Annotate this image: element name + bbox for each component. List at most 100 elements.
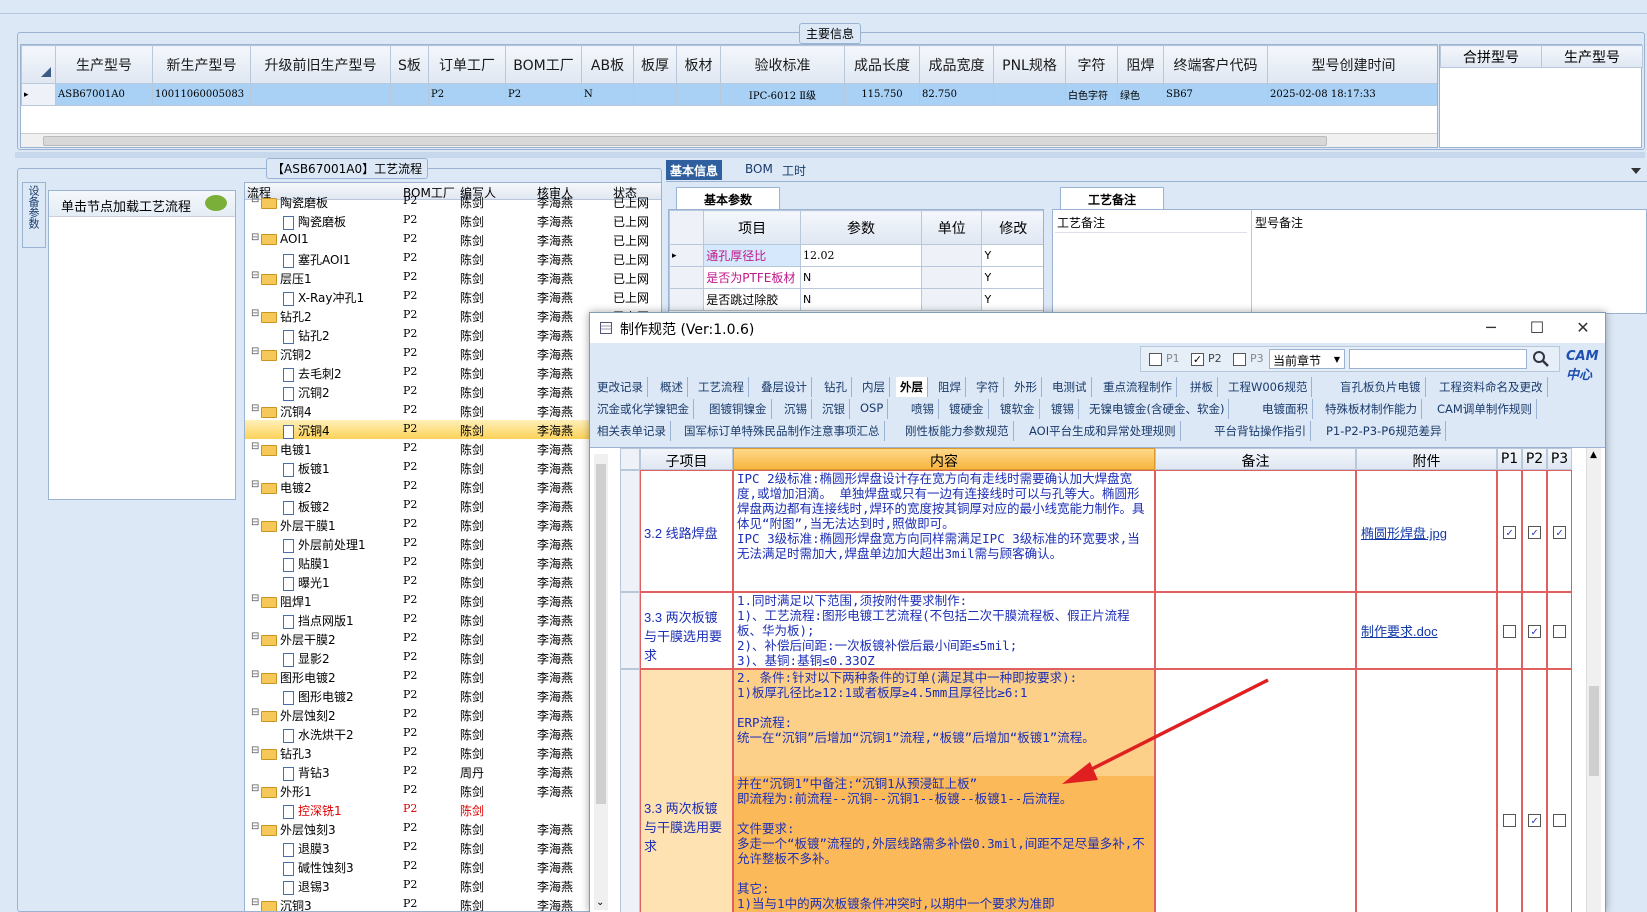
col-header[interactable]: 阻焊	[1117, 45, 1164, 84]
chapter-tab[interactable]: 沉锡	[780, 399, 812, 419]
chapter-tab[interactable]: 镀锡	[1047, 399, 1079, 419]
col-header[interactable]: 升级前旧生产型号	[250, 45, 391, 84]
col-header[interactable]: 型号创建时间	[1267, 45, 1437, 84]
expand-toggle-icon[interactable]: ⊟	[251, 194, 259, 205]
col-header[interactable]: BOM工厂	[505, 45, 582, 84]
chapter-tab[interactable]: 电镀面积	[1258, 399, 1313, 419]
col-header[interactable]: AB板	[581, 45, 634, 84]
p3-checkbox[interactable]	[1233, 353, 1246, 366]
scroll-thumb[interactable]	[596, 464, 606, 804]
table-row[interactable]: ▸ 通孔厚径比 12.02 Y	[669, 244, 1043, 267]
tree-row[interactable]: ⊟ 陶瓷磨板 P2 陈剑 李海燕 已上网	[245, 192, 661, 211]
table-cell[interactable]: 白色字符	[1065, 83, 1118, 106]
expand-toggle-icon[interactable]: ⊟	[251, 479, 259, 490]
tree-row[interactable]: ⊟ AOI1 P2 陈剑 李海燕 已上网	[245, 230, 661, 249]
attachment-link[interactable]: 制作要求.doc	[1361, 624, 1438, 639]
attachment-link[interactable]: 椭圆形焊盘.jpg	[1361, 526, 1447, 541]
col-header[interactable]: 板材	[676, 45, 721, 84]
chapter-tab[interactable]: 外层	[896, 377, 928, 397]
p1-cell[interactable]	[1497, 669, 1522, 912]
chapter-tab[interactable]: 钻孔	[820, 377, 852, 397]
expand-toggle-icon[interactable]: ⊟	[251, 745, 259, 756]
expand-toggle-icon[interactable]: ⊟	[251, 517, 259, 528]
expand-toggle-icon[interactable]: ⊟	[251, 270, 259, 281]
chapter-tab[interactable]: 特殊板材制作能力	[1321, 399, 1422, 419]
col-header[interactable]: 单位	[920, 210, 983, 245]
spec-row[interactable]: 3.2 线路焊盘 IPC 2级标准:椭圆形焊盘设计存在宽方向有走线时需要确认加大…	[620, 470, 1576, 592]
p2-cell[interactable]: ✓	[1522, 592, 1547, 669]
col-header[interactable]: 订单工厂	[428, 45, 506, 84]
attach-cell[interactable]: 制作要求.doc	[1356, 592, 1497, 669]
col-header[interactable]: 成品长度	[844, 45, 920, 84]
p1-cell[interactable]	[1497, 592, 1522, 669]
chapter-tab[interactable]: 盲孔板负片电镀	[1336, 377, 1426, 397]
chapter-tab[interactable]: 概述	[656, 377, 688, 397]
table-cell[interactable]: SB67	[1163, 83, 1268, 106]
col-header[interactable]: 合拼型号	[1440, 45, 1542, 68]
p2-cell[interactable]: ✓	[1522, 470, 1547, 592]
left-scrollbar[interactable]: ⌄	[594, 454, 608, 910]
table-cell[interactable]	[993, 83, 1066, 106]
scroll-thumb[interactable]	[1589, 686, 1599, 776]
table-cell[interactable]: N	[581, 83, 634, 106]
tab-hours[interactable]: 工时	[778, 160, 810, 180]
chevron-down-icon[interactable]: ⌄	[596, 897, 604, 908]
param-edit[interactable]: Y	[981, 244, 1043, 267]
p3-cell[interactable]	[1547, 669, 1572, 912]
param-edit[interactable]: Y	[981, 266, 1043, 289]
chapter-tab[interactable]: 叠层设计	[757, 377, 812, 397]
panel-splitter[interactable]	[15, 152, 1645, 158]
chapter-tab[interactable]: 沉银	[818, 399, 850, 419]
chapter-tab[interactable]: AOI平台生成和异常处理规则	[1025, 421, 1181, 441]
p1-checkbox[interactable]: ✓	[1503, 526, 1516, 539]
chapter-tab[interactable]: 图镀铜镍金	[705, 399, 772, 419]
p3-cell[interactable]	[1547, 592, 1572, 669]
expand-toggle-icon[interactable]: ⊟	[251, 669, 259, 680]
attach-cell[interactable]	[1356, 669, 1497, 912]
dropdown-arrow-icon[interactable]	[1631, 168, 1641, 174]
dialog-titlebar[interactable]: 制作规范 (Ver:1.0.6) ─ ☐ ✕	[590, 313, 1605, 343]
col-header[interactable]: 内容	[733, 448, 1155, 470]
table-cell[interactable]: 10011060005083	[152, 83, 251, 106]
chapter-tab[interactable]: 刚性板能力参数规范	[901, 421, 1014, 441]
col-header[interactable]: 字符	[1065, 45, 1118, 84]
table-row[interactable]: 是否跳过除胶 N Y	[669, 288, 1043, 311]
col-header[interactable]: 子项目	[640, 448, 733, 470]
table-cell[interactable]	[390, 83, 429, 106]
expand-toggle-icon[interactable]: ⊟	[251, 821, 259, 832]
table-cell[interactable]: 115.750	[844, 83, 920, 106]
chapter-tab[interactable]: 平台背钻操作指引	[1210, 421, 1311, 441]
side-tab-settings[interactable]: 设备参数	[22, 182, 46, 248]
param-value[interactable]: N	[800, 288, 922, 311]
p3-checkbox[interactable]: ✓	[1553, 526, 1566, 539]
col-header[interactable]: 验收标准	[720, 45, 845, 84]
col-header[interactable]: S板	[390, 45, 429, 84]
chapter-tab[interactable]: OSP	[856, 399, 889, 419]
expand-toggle-icon[interactable]: ⊟	[251, 232, 259, 243]
expand-toggle-icon[interactable]: ⊟	[251, 441, 259, 452]
col-header[interactable]: 成品宽度	[919, 45, 994, 84]
horizontal-scrollbar[interactable]	[21, 133, 1437, 147]
chapter-tab[interactable]: 字符	[972, 377, 1004, 397]
minimize-icon[interactable]: ─	[1469, 313, 1513, 343]
param-edit[interactable]: Y	[981, 288, 1043, 311]
col-header[interactable]: 参数	[800, 210, 922, 245]
chapter-tab[interactable]: 电测试	[1048, 377, 1092, 397]
col-header[interactable]: 生产型号	[55, 45, 153, 84]
col-header[interactable]: 生产型号	[1541, 45, 1643, 68]
table-cell[interactable]	[633, 83, 677, 106]
chapter-tab[interactable]: CAM调单制作规则	[1433, 399, 1537, 419]
chapter-tab[interactable]: 拼板	[1186, 377, 1218, 397]
table-cell[interactable]: 2025-02-08 18:17:33	[1267, 83, 1437, 106]
chapter-tab[interactable]: 相关表单记录	[593, 421, 671, 441]
chapter-tab[interactable]: 阻焊	[934, 377, 966, 397]
chapter-tab[interactable]: 更改记录	[593, 377, 648, 397]
expand-toggle-icon[interactable]: ⊟	[251, 897, 259, 908]
table-cell[interactable]: P2	[428, 83, 506, 106]
spec-row[interactable]: 3.3 两次板镀与干膜选用要求 1.同时满足以下范围,须按附件要求制作: 1)、…	[620, 592, 1576, 669]
expand-toggle-icon[interactable]: ⊟	[251, 631, 259, 642]
param-value[interactable]: 12.02	[800, 244, 922, 267]
remark-cell[interactable]	[1155, 592, 1356, 669]
chapter-tab[interactable]: 国军标订单特殊民品制作注意事项汇总	[680, 421, 885, 441]
table-cell[interactable]	[676, 83, 721, 106]
